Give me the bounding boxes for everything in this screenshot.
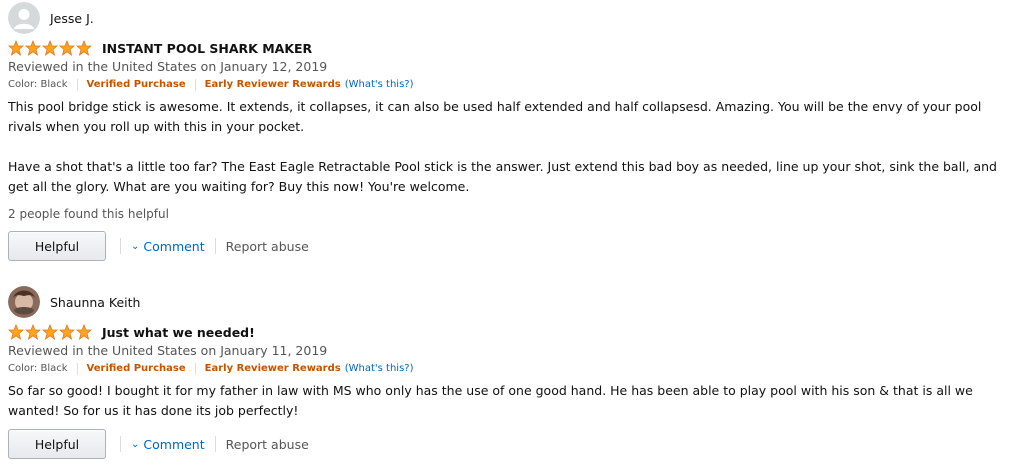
- color-variant[interactable]: Color: Black: [8, 76, 68, 94]
- chevron-down-icon: ⌄: [131, 438, 140, 450]
- divider: [76, 79, 78, 91]
- review-date: Reviewed in the United States on January…: [8, 343, 328, 358]
- verified-purchase-badge: Verified Purchase: [86, 363, 186, 374]
- review: Shaunna Keith Just what we needed! Revie…: [8, 284, 1018, 459]
- whats-this-link[interactable]: (What's this?): [345, 76, 414, 94]
- reviewer-name[interactable]: Shaunna Keith: [50, 295, 140, 310]
- divider: [194, 79, 196, 91]
- report-abuse-link[interactable]: Report abuse: [226, 437, 309, 452]
- chevron-down-icon: ⌄: [131, 240, 140, 252]
- divider: [76, 363, 78, 375]
- comment-label: Comment: [143, 238, 205, 254]
- verified-purchase-badge: Verified Purchase: [86, 79, 186, 90]
- divider: [214, 436, 216, 452]
- review-meta: Color: Black Verified Purchase Early Rev…: [8, 76, 1018, 94]
- review-actions: Helpful ⌄ Comment Report abuse: [8, 429, 1018, 459]
- helpful-button[interactable]: Helpful: [8, 429, 106, 459]
- early-reviewer-badge: Early Reviewer Rewards: [204, 79, 341, 90]
- report-abuse-link[interactable]: Report abuse: [226, 239, 309, 254]
- review-paragraph: So far so good! I bought it for my fathe…: [8, 383, 973, 418]
- reviewer-name[interactable]: Jesse J.: [50, 11, 94, 26]
- star-icon: [25, 40, 41, 56]
- divider: [120, 436, 121, 452]
- divider: [120, 238, 121, 254]
- divider: [214, 238, 216, 254]
- reviewer-profile[interactable]: Jesse J.: [8, 0, 1018, 36]
- comment-link[interactable]: ⌄ Comment: [131, 239, 205, 254]
- star-icon: [25, 324, 41, 340]
- helpful-count: 2 people found this helpful: [8, 207, 169, 221]
- star-rating[interactable]: [8, 40, 92, 56]
- default-avatar-icon: [8, 2, 40, 34]
- star-icon: [76, 324, 92, 340]
- review-body: This pool bridge stick is awesome. It ex…: [8, 97, 1018, 197]
- review-paragraph: This pool bridge stick is awesome. It ex…: [8, 99, 982, 134]
- review-actions: Helpful ⌄ Comment Report abuse: [8, 231, 1018, 261]
- review: Jesse J. INSTANT POOL SHARK MAKER Review…: [8, 0, 1018, 261]
- star-icon: [8, 324, 24, 340]
- star-rating[interactable]: [8, 324, 92, 340]
- review-title[interactable]: INSTANT POOL SHARK MAKER: [102, 41, 312, 56]
- star-icon: [8, 40, 24, 56]
- review-date: Reviewed in the United States on January…: [8, 59, 328, 74]
- divider: [194, 363, 196, 375]
- star-icon: [59, 40, 75, 56]
- user-avatar: [8, 286, 40, 318]
- reviewer-profile[interactable]: Shaunna Keith: [8, 284, 1018, 320]
- star-icon: [76, 40, 92, 56]
- early-reviewer-badge: Early Reviewer Rewards: [204, 363, 341, 374]
- star-icon: [42, 324, 58, 340]
- review-body: So far so good! I bought it for my fathe…: [8, 381, 1018, 421]
- star-icon: [42, 40, 58, 56]
- comment-link[interactable]: ⌄ Comment: [131, 437, 205, 452]
- star-icon: [59, 324, 75, 340]
- review-title[interactable]: Just what we needed!: [102, 325, 255, 340]
- review-paragraph: Have a shot that's a little too far? The…: [8, 159, 997, 194]
- review-meta: Color: Black Verified Purchase Early Rev…: [8, 360, 1018, 378]
- whats-this-link[interactable]: (What's this?): [345, 360, 414, 378]
- comment-label: Comment: [143, 436, 205, 452]
- helpful-button[interactable]: Helpful: [8, 231, 106, 261]
- color-variant[interactable]: Color: Black: [8, 360, 68, 378]
